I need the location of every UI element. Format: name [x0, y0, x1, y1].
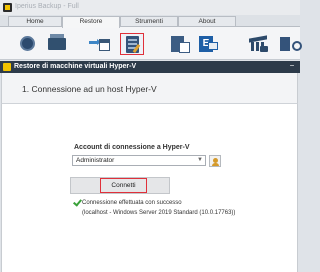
connect-button[interactable]: Connetti — [100, 178, 147, 193]
tab-restore[interactable]: Restore — [62, 16, 120, 28]
success-check-icon — [73, 199, 80, 206]
exchange-restore-icon[interactable]: E — [196, 33, 220, 55]
server-edit-icon[interactable] — [167, 33, 191, 55]
hyper-v-restore-icon[interactable] — [120, 33, 144, 55]
dialog-title: Restore di macchine virtuali Hyper-V — [14, 63, 137, 70]
file-restore-icon[interactable] — [88, 33, 112, 55]
status-detail: (localhost - Windows Server 2019 Standar… — [82, 210, 236, 216]
account-select-value: Administrator — [76, 157, 115, 164]
minimize-button[interactable]: − — [287, 61, 297, 71]
disk-restore-icon[interactable] — [16, 33, 40, 55]
app-logo-icon — [3, 3, 12, 12]
app-title: Iperius Backup - Full — [15, 3, 79, 10]
dialog-logo-icon — [3, 63, 11, 71]
drive-image-icon[interactable] — [45, 33, 69, 55]
app-title-bar: Iperius Backup - Full — [0, 0, 300, 15]
account-label: Account di connessione a Hyper-V — [74, 144, 190, 151]
database-restore-icon[interactable] — [246, 33, 270, 55]
manage-accounts-button[interactable] — [209, 155, 221, 167]
chevron-down-icon[interactable]: ▼ — [197, 157, 203, 163]
user-icon — [212, 158, 219, 166]
account-select[interactable]: Administrator ▼ — [72, 155, 206, 166]
ribbon-toolbar: E — [0, 26, 302, 60]
dialog-title-bar: Restore di macchine virtuali Hyper-V − — [0, 61, 300, 73]
network-restore-icon[interactable] — [276, 33, 302, 55]
status-message: Connessione effettuata con successo — [82, 200, 182, 206]
step-title: 1. Connessione ad un host Hyper-V — [22, 84, 157, 94]
